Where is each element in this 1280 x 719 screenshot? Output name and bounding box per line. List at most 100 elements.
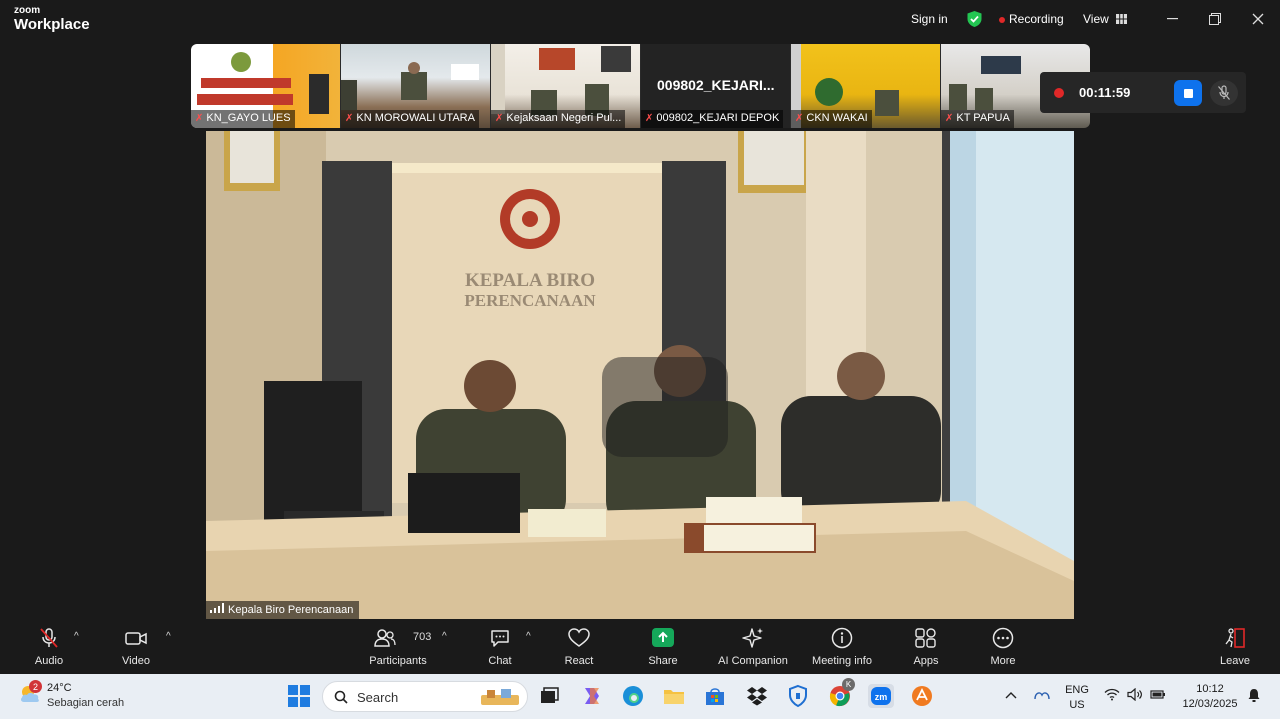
participant-tile[interactable]: ✗ CKN WAKAI bbox=[791, 44, 940, 128]
wifi-icon[interactable] bbox=[1104, 688, 1120, 701]
recording-mic-button[interactable] bbox=[1210, 80, 1238, 106]
chevron-up-icon[interactable] bbox=[1005, 691, 1017, 699]
active-speaker-video[interactable]: KEPALA BIRO PERENCANAAN bbox=[206, 131, 1074, 619]
apps-label: Apps bbox=[913, 655, 939, 667]
recording-dot-icon bbox=[1054, 88, 1064, 98]
file-explorer-icon[interactable] bbox=[662, 684, 686, 708]
share-label: Share bbox=[648, 655, 678, 667]
mic-off-icon: ✗ bbox=[195, 113, 204, 124]
search-placeholder: Search bbox=[357, 690, 399, 705]
audio-options-caret[interactable]: ^ bbox=[74, 631, 79, 642]
battery-icon[interactable] bbox=[1150, 689, 1166, 700]
close-button[interactable] bbox=[1246, 8, 1270, 30]
chat-button[interactable]: Chat bbox=[484, 627, 516, 667]
title-bar: zoom Workplace Sign in Recording View bbox=[0, 0, 1280, 40]
info-icon bbox=[831, 627, 853, 649]
office-sign-line1: KEPALA BIRO bbox=[465, 270, 595, 291]
task-view-icon[interactable] bbox=[537, 684, 561, 708]
video-button[interactable]: Video bbox=[120, 627, 152, 667]
grid-view-icon bbox=[1116, 14, 1128, 24]
mic-muted-icon bbox=[40, 628, 58, 648]
mic-off-icon: ✗ bbox=[495, 113, 504, 124]
view-button[interactable]: View bbox=[1083, 12, 1128, 26]
zoom-app-icon[interactable]: zm bbox=[868, 684, 894, 708]
minimize-button[interactable] bbox=[1160, 8, 1184, 30]
recording-label: Recording bbox=[1009, 12, 1064, 26]
participant-tile[interactable]: ✗ KN_GAYO LUES bbox=[191, 44, 340, 128]
apps-button[interactable]: Apps bbox=[910, 627, 942, 667]
ai-companion-button[interactable]: AI Companion bbox=[714, 627, 792, 667]
input-indicator-icon[interactable] bbox=[1032, 687, 1052, 703]
office-sign-line2: PERENCANAAN bbox=[464, 291, 596, 310]
participant-name: KT PAPUA bbox=[956, 112, 1010, 124]
stop-recording-button[interactable] bbox=[1174, 80, 1202, 106]
restore-icon bbox=[1209, 13, 1221, 25]
orange-app-icon[interactable] bbox=[910, 684, 934, 708]
windows-start-icon[interactable] bbox=[288, 685, 310, 707]
meeting-info-button[interactable]: Meeting info bbox=[808, 627, 876, 667]
copilot-icon[interactable] bbox=[580, 684, 604, 708]
restore-button[interactable] bbox=[1203, 8, 1227, 30]
recording-indicator[interactable]: Recording bbox=[999, 12, 1064, 26]
mic-off-icon: ✗ bbox=[945, 113, 954, 124]
speaker-video-scene: KEPALA BIRO PERENCANAAN bbox=[206, 131, 1074, 619]
recording-dot-icon bbox=[999, 16, 1005, 23]
weather-widget[interactable]: 2 24°C Sebagian cerah bbox=[18, 680, 124, 711]
taskbar-search-box[interactable]: Search bbox=[322, 681, 528, 712]
chat-bubble-icon bbox=[491, 630, 509, 647]
clock-date[interactable]: 12/03/2025 bbox=[1178, 698, 1242, 710]
participant-tile[interactable]: 009802_KEJARI... ✗ 009802_KEJARI DEPOK bbox=[641, 44, 790, 128]
svg-text:zm: zm bbox=[875, 692, 888, 702]
speaker-name-label: Kepala Biro Perencanaan bbox=[206, 601, 360, 619]
sparkle-icon bbox=[742, 628, 763, 648]
language-code[interactable]: ENG bbox=[1064, 684, 1090, 696]
logo-big-text: Workplace bbox=[14, 16, 90, 33]
logo-small-text: zoom bbox=[14, 5, 41, 16]
participant-tile[interactable]: ✗ KN MOROWALI UTARA bbox=[341, 44, 490, 128]
audio-button[interactable]: Audio bbox=[33, 627, 65, 667]
video-label: Video bbox=[122, 655, 150, 667]
meeting-info-label: Meeting info bbox=[812, 655, 872, 667]
view-label: View bbox=[1083, 12, 1109, 26]
keyboard-layout[interactable]: US bbox=[1064, 699, 1090, 711]
chat-label: Chat bbox=[488, 655, 512, 667]
participants-icon bbox=[374, 629, 396, 647]
microsoft-store-icon[interactable] bbox=[703, 684, 727, 708]
recording-widget: 00:11:59 bbox=[1040, 72, 1246, 113]
participant-tile[interactable]: ✗ Kejaksaan Negeri Pul... bbox=[491, 44, 640, 128]
participants-options-caret[interactable]: ^ bbox=[442, 631, 447, 642]
video-camera-icon bbox=[125, 632, 147, 645]
ai-companion-label: AI Companion bbox=[718, 655, 788, 667]
signal-bars-icon bbox=[210, 603, 224, 613]
stop-icon bbox=[1183, 88, 1193, 98]
chrome-profile-badge: K bbox=[842, 678, 855, 691]
speaker-name: Kepala Biro Perencanaan bbox=[228, 604, 354, 616]
leave-button[interactable]: Leave bbox=[1218, 627, 1252, 667]
mic-off-icon: ✗ bbox=[645, 113, 654, 124]
security-shield-icon[interactable] bbox=[786, 684, 810, 708]
weather-badge: 2 bbox=[29, 680, 42, 693]
search-highlight-icon bbox=[481, 689, 519, 705]
more-button[interactable]: More bbox=[986, 627, 1020, 667]
sign-in-button[interactable]: Sign in bbox=[911, 12, 948, 26]
edge-browser-icon[interactable] bbox=[621, 684, 645, 708]
heart-icon bbox=[568, 628, 590, 647]
clock-time[interactable]: 10:12 bbox=[1178, 683, 1242, 695]
mic-off-icon bbox=[1218, 85, 1230, 100]
meeting-toolbar: Audio ^ Video ^ Participants 703 ^ Chat … bbox=[0, 619, 1280, 674]
react-label: React bbox=[564, 655, 594, 667]
share-screen-icon bbox=[652, 628, 674, 647]
volume-icon[interactable] bbox=[1127, 688, 1143, 701]
share-button[interactable]: Share bbox=[645, 627, 681, 667]
chat-options-caret[interactable]: ^ bbox=[526, 631, 531, 642]
encryption-shield-icon[interactable] bbox=[966, 10, 983, 28]
video-options-caret[interactable]: ^ bbox=[166, 631, 171, 642]
participant-filmstrip: ✗ KN_GAYO LUES ✗ KN MOROWALI UTARA ✗ Kejaks… bbox=[191, 44, 1090, 128]
participant-name: KN MOROWALI UTARA bbox=[356, 112, 475, 124]
chrome-browser-icon[interactable]: K bbox=[828, 678, 855, 708]
react-button[interactable]: React bbox=[562, 627, 596, 667]
notification-bell-icon[interactable] bbox=[1247, 688, 1261, 703]
participant-display-name: 009802_KEJARI... bbox=[657, 77, 775, 93]
recording-timer: 00:11:59 bbox=[1079, 85, 1131, 100]
dropbox-icon[interactable] bbox=[745, 684, 769, 708]
